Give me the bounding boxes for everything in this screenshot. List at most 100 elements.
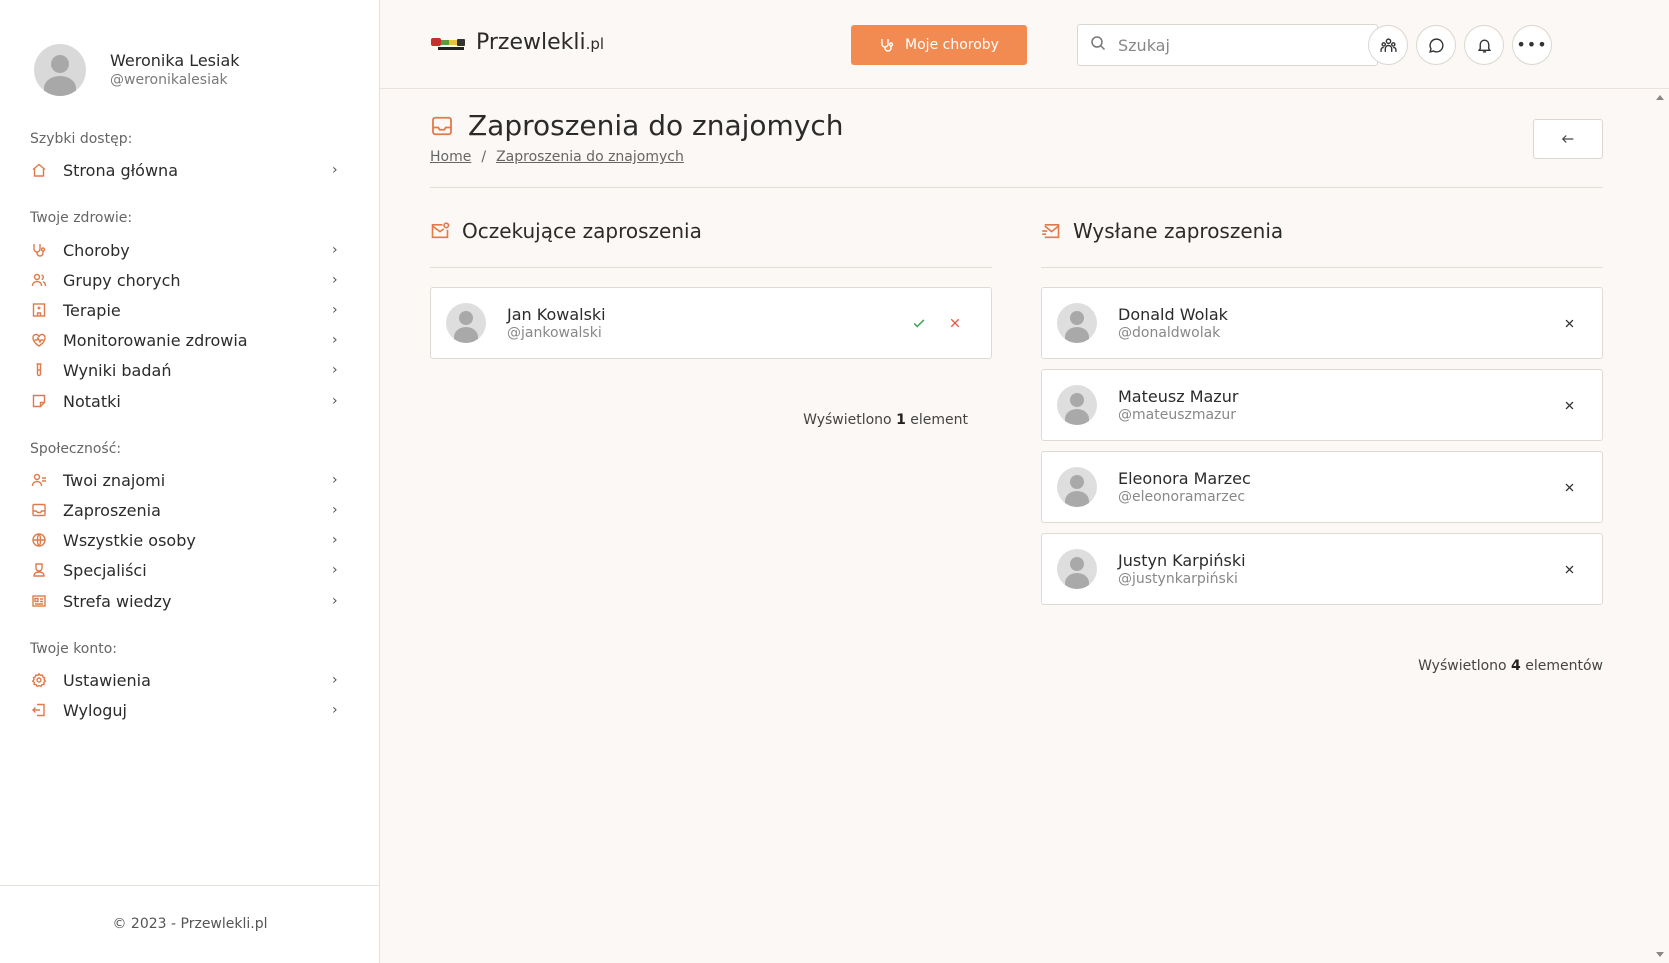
breadcrumb: Home / Zaproszenia do znajomych	[430, 149, 684, 165]
section-title-community: Społeczność:	[30, 441, 122, 457]
invitation-user-name: Justyn Karpiński	[1118, 551, 1246, 570]
chevron-right-icon: ›	[332, 593, 338, 609]
test-tube-icon	[30, 361, 48, 379]
reject-invitation-button[interactable]	[942, 310, 968, 336]
sidebar-item-diseases[interactable]: Choroby ›	[30, 237, 342, 263]
cancel-invitation-button[interactable]	[1556, 556, 1582, 582]
user-handle: @weronikalesiak	[110, 72, 228, 88]
chevron-right-icon: ›	[332, 502, 338, 518]
sidebar-item-friends[interactable]: Twoi znajomi ›	[30, 467, 342, 493]
sidebar-item-label: Notatki	[63, 391, 121, 411]
chevron-right-icon: ›	[332, 532, 338, 548]
breadcrumb-current[interactable]: Zaproszenia do znajomych	[496, 149, 684, 165]
invitation-user-handle: @justynkarpiński	[1118, 571, 1238, 587]
chevron-right-icon: ›	[332, 562, 338, 578]
breadcrumb-home[interactable]: Home	[430, 149, 471, 165]
sent-invitation-card: Eleonora Marzec @eleonoramarzec	[1041, 451, 1603, 523]
cancel-invitation-button[interactable]	[1556, 392, 1582, 418]
sidebar-item-settings[interactable]: Ustawienia ›	[30, 667, 342, 693]
my-diseases-button[interactable]: Moje choroby	[851, 25, 1027, 65]
pending-title: Oczekujące zaproszenia	[462, 219, 702, 243]
chevron-right-icon: ›	[332, 393, 338, 409]
mail-sent-icon	[1041, 221, 1061, 241]
notifications-button[interactable]	[1464, 25, 1504, 65]
count-prefix: Wyświetlono	[1418, 658, 1507, 674]
invitation-user-handle: @jankowalski	[507, 325, 602, 341]
my-diseases-label: Moje choroby	[905, 37, 999, 53]
sidebar-item-knowledge-zone[interactable]: Strefa wiedzy ›	[30, 588, 342, 614]
sidebar-item-therapies[interactable]: Terapie ›	[30, 297, 342, 323]
messages-button[interactable]	[1416, 25, 1456, 65]
cancel-invitation-button[interactable]	[1556, 310, 1582, 336]
avatar	[1057, 385, 1097, 425]
scroll-up-arrow-icon[interactable]	[1656, 95, 1664, 100]
logo-mark-icon	[430, 34, 466, 52]
stethoscope-icon	[30, 241, 48, 259]
top-header: Przewlekli.pl Moje choroby •••	[380, 0, 1669, 89]
sent-invitation-card: Donald Wolak @donaldwolak	[1041, 287, 1603, 359]
friends-button[interactable]	[1368, 25, 1408, 65]
globe-icon	[30, 531, 48, 549]
count-number: 4	[1511, 658, 1521, 674]
search-icon	[1078, 35, 1118, 55]
chevron-right-icon: ›	[332, 702, 338, 718]
sidebar-item-label: Ustawienia	[63, 670, 151, 690]
main-content: Zaproszenia do znajomych Home / Zaproszeni…	[380, 89, 1652, 963]
divider	[430, 187, 1603, 188]
page-title: Zaproszenia do znajomych	[468, 109, 844, 142]
avatar	[1057, 303, 1097, 343]
sidebar-item-health-monitoring[interactable]: Monitorowanie zdrowia ›	[30, 327, 342, 353]
accept-invitation-button[interactable]	[906, 310, 932, 336]
sidebar-item-all-people[interactable]: Wszystkie osoby ›	[30, 527, 342, 553]
invitation-user-handle: @donaldwolak	[1118, 325, 1221, 341]
cancel-invitation-button[interactable]	[1556, 474, 1582, 500]
close-icon	[1564, 482, 1575, 493]
logo-suffix: .pl	[585, 35, 605, 53]
search-box	[1077, 24, 1378, 66]
sidebar-item-label: Strefa wiedzy	[63, 591, 172, 611]
close-icon	[1564, 318, 1575, 329]
logo-name: Przewlekli	[476, 30, 586, 55]
pending-count: Wyświetlono 1 element	[803, 412, 968, 428]
pending-section-header: Oczekujące zaproszenia	[430, 219, 702, 243]
mail-notification-icon	[430, 221, 450, 241]
sidebar-item-label: Wyniki badań	[63, 360, 172, 380]
more-button[interactable]: •••	[1512, 25, 1552, 65]
sidebar-item-home[interactable]: Strona główna ›	[30, 157, 342, 183]
inbox-icon	[30, 501, 48, 519]
chevron-right-icon: ›	[332, 472, 338, 488]
section-title-account: Twoje konto:	[30, 641, 118, 657]
sidebar-item-label: Choroby	[63, 240, 130, 260]
sidebar-footer: © 2023 - Przewlekli.pl	[0, 885, 380, 963]
sidebar-item-notes[interactable]: Notatki ›	[30, 388, 342, 414]
home-icon	[30, 161, 48, 179]
inbox-icon	[430, 114, 454, 138]
user-profile[interactable]: Weronika Lesiak @weronikalesiak	[34, 44, 240, 96]
sidebar-item-test-results[interactable]: Wyniki badań ›	[30, 357, 342, 383]
sidebar-item-label: Strona główna	[63, 160, 178, 180]
avatar	[1057, 549, 1097, 589]
sent-invitation-card: Mateusz Mazur @mateuszmazur	[1041, 369, 1603, 441]
scrollbar[interactable]	[1652, 89, 1669, 963]
chevron-right-icon: ›	[332, 302, 338, 318]
chevron-right-icon: ›	[332, 242, 338, 258]
doctor-icon	[30, 561, 48, 579]
sticky-note-icon	[30, 392, 48, 410]
sidebar-item-patient-groups[interactable]: Grupy chorych ›	[30, 267, 342, 293]
sent-count: Wyświetlono 4 elementów	[1418, 658, 1603, 674]
sidebar-item-specialists[interactable]: Specjaliści ›	[30, 557, 342, 583]
chevron-right-icon: ›	[332, 162, 338, 178]
count-suffix: element	[910, 412, 968, 428]
scroll-down-arrow-icon[interactable]	[1656, 952, 1664, 957]
logo[interactable]: Przewlekli.pl	[430, 30, 604, 55]
section-title-health: Twoje zdrowie:	[30, 210, 133, 226]
more-icon: •••	[1516, 35, 1548, 54]
arrow-left-icon	[1561, 132, 1575, 146]
sidebar-item-label: Zaproszenia	[63, 500, 161, 520]
sidebar-item-logout[interactable]: Wyloguj ›	[30, 697, 342, 723]
back-button[interactable]	[1533, 119, 1603, 159]
sidebar-item-invitations[interactable]: Zaproszenia ›	[30, 497, 342, 523]
search-input[interactable]	[1118, 35, 1358, 55]
sidebar-item-label: Monitorowanie zdrowia	[63, 330, 248, 350]
invitation-user-name: Mateusz Mazur	[1118, 387, 1239, 406]
